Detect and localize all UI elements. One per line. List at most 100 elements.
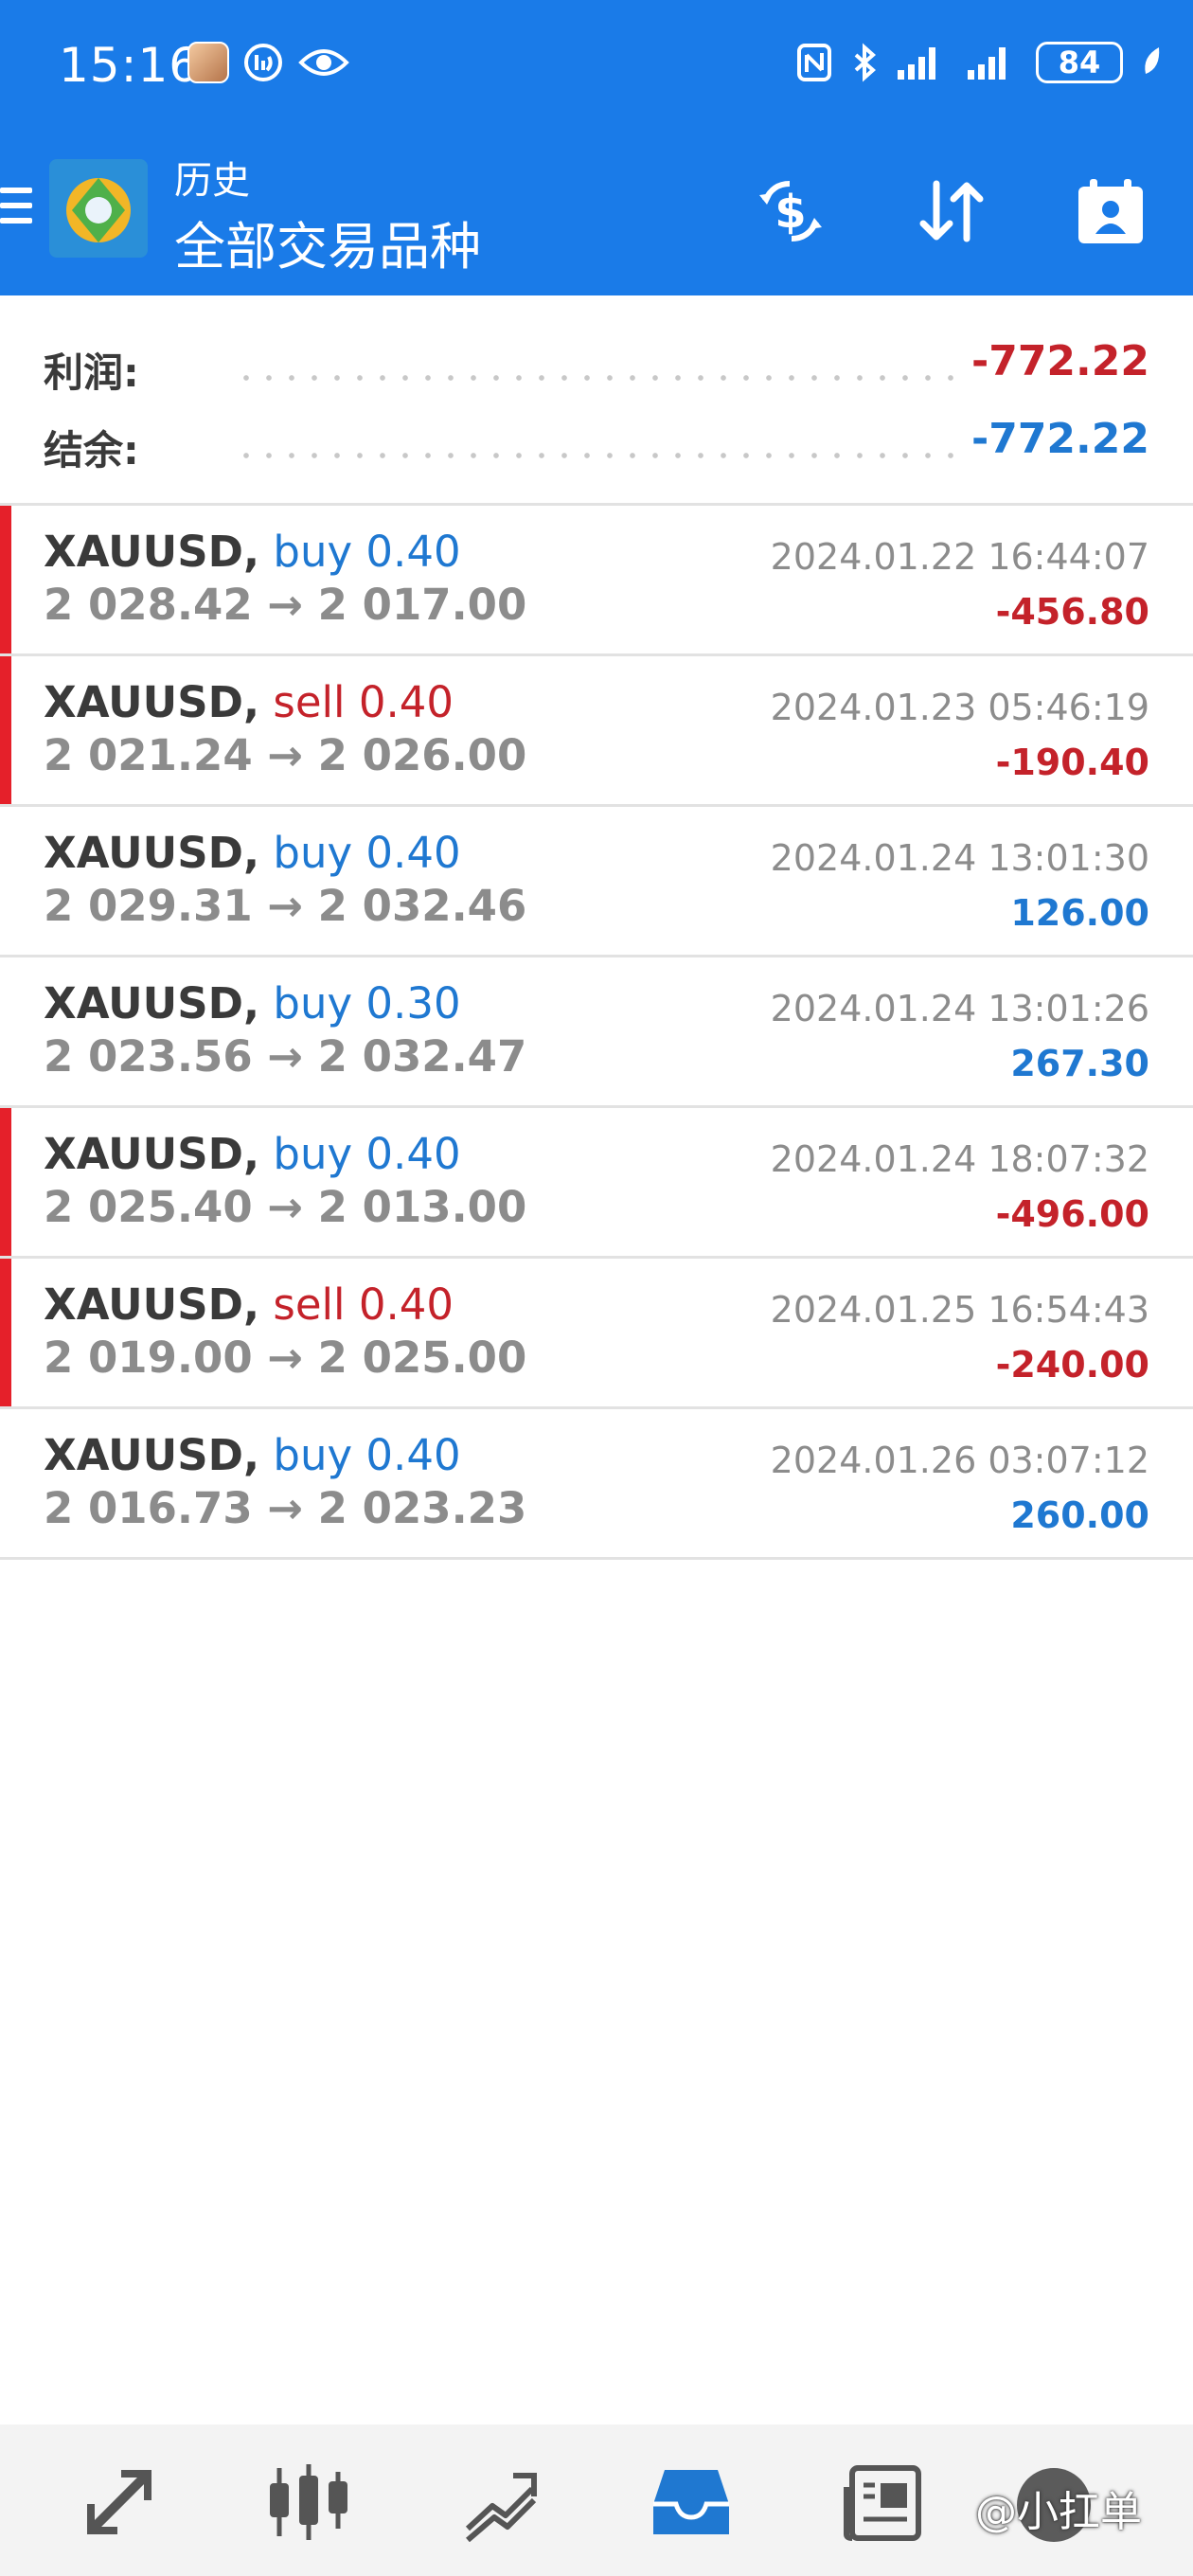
signal-icon-2 [968, 47, 1006, 80]
nav-history[interactable] [644, 2462, 739, 2542]
news-icon [844, 2465, 921, 2541]
history-icon [653, 2470, 729, 2534]
trade-row[interactable]: XAUUSD, buy 0.30 2 023.56 → 2 032.47 2024.… [0, 957, 1193, 1108]
trade-side-volume: buy 0.30 [273, 978, 461, 1029]
quotes-icon [87, 2470, 151, 2534]
status-bar: 15:16 84 [0, 0, 1193, 133]
eye-icon [298, 49, 349, 76]
trade-profit: -190.40 [995, 742, 1149, 783]
profit-row: 利润: -772.22 [0, 328, 1193, 403]
trade-side-volume: sell 0.40 [273, 1279, 454, 1330]
calendar-period-icon [1078, 179, 1143, 243]
trade-prices: 2 029.31 → 2 032.46 [44, 881, 527, 931]
sort-icon [919, 180, 984, 242]
top-bar: 15:16 84 历史 全部交易品种 $ [0, 0, 1193, 295]
trade-row[interactable]: XAUUSD, sell 0.40 2 019.00 → 2 025.00 2024… [0, 1259, 1193, 1409]
trade-header: XAUUSD, buy 0.40 [44, 828, 461, 878]
battery-indicator: 84 [1036, 42, 1123, 83]
trade-side-volume: buy 0.40 [273, 527, 461, 577]
trade-datetime: 2024.01.25 16:54:43 [770, 1289, 1149, 1331]
trade-header: XAUUSD, buy 0.40 [44, 1129, 461, 1179]
loss-indicator-bar [0, 506, 11, 653]
trade-side-volume: buy 0.40 [273, 1430, 461, 1480]
svg-text:$: $ [775, 186, 806, 239]
nav-trade[interactable] [453, 2462, 547, 2542]
nav-news[interactable] [835, 2462, 930, 2542]
trade-profit: 126.00 [1010, 892, 1149, 934]
app-subtitle: 历史 [174, 159, 250, 203]
trade-symbol: XAUUSD, [44, 978, 260, 1029]
trade-datetime: 2024.01.24 13:01:30 [770, 837, 1149, 879]
trade-header: XAUUSD, sell 0.40 [44, 1279, 454, 1330]
dollar-swap-button[interactable]: $ [748, 169, 833, 254]
loss-indicator-bar [0, 656, 11, 804]
balance-label: 结余: [44, 427, 139, 474]
chart-icon [270, 2464, 347, 2540]
trade-datetime: 2024.01.24 18:07:32 [770, 1138, 1149, 1180]
trade-icon [465, 2473, 537, 2542]
profit-dots-divider [235, 375, 956, 381]
sort-button[interactable] [909, 169, 994, 254]
watermark-text: @小扛单 [975, 2488, 1142, 2536]
trade-row[interactable]: XAUUSD, sell 0.40 2 021.24 → 2 026.00 2024… [0, 656, 1193, 807]
trade-row[interactable]: XAUUSD, buy 0.40 2 029.31 → 2 032.46 2024.… [0, 807, 1193, 957]
bottom-navigation: @小扛单 [0, 2424, 1193, 2576]
trade-row[interactable]: XAUUSD, buy 0.40 2 028.42 → 2 017.00 2024.… [0, 506, 1193, 656]
balance-dots-divider [235, 453, 956, 458]
trade-profit: 260.00 [1010, 1494, 1149, 1536]
trade-symbol: XAUUSD, [44, 677, 260, 727]
loss-indicator-bar [0, 1108, 11, 1256]
trade-row[interactable]: XAUUSD, buy 0.40 2 025.40 → 2 013.00 2024.… [0, 1108, 1193, 1259]
charging-leaf-icon [1145, 47, 1160, 74]
trade-datetime: 2024.01.26 03:07:12 [770, 1440, 1149, 1481]
trade-header: XAUUSD, sell 0.40 [44, 677, 454, 727]
trade-prices: 2 028.42 → 2 017.00 [44, 580, 527, 630]
trade-side-volume: buy 0.40 [273, 1129, 461, 1179]
trade-profit: -240.00 [995, 1344, 1149, 1386]
app-bar: 历史 全部交易品种 $ [0, 142, 1193, 284]
status-system-icons: 84 [795, 42, 1165, 83]
profit-label: 利润: [44, 349, 139, 396]
menu-icon[interactable] [0, 188, 32, 233]
status-notification-icons [187, 42, 350, 83]
trade-prices: 2 019.00 → 2 025.00 [44, 1333, 527, 1383]
nfc-icon [797, 44, 831, 81]
app-logo [49, 159, 148, 258]
trade-history-list: XAUUSD, buy 0.40 2 028.42 → 2 017.00 2024.… [0, 506, 1193, 1560]
trade-header: XAUUSD, buy 0.40 [44, 527, 461, 577]
trade-side-volume: buy 0.40 [273, 828, 461, 878]
bluetooth-icon [854, 43, 877, 82]
trade-symbol: XAUUSD, [44, 1129, 260, 1179]
nav-quotes[interactable] [72, 2462, 167, 2542]
trade-prices: 2 023.56 → 2 032.47 [44, 1031, 527, 1082]
trade-symbol: XAUUSD, [44, 1279, 260, 1330]
balance-row: 结余: -772.22 [0, 405, 1193, 481]
dollar-swap-icon: $ [759, 181, 822, 242]
signal-icon [898, 47, 935, 80]
trade-datetime: 2024.01.22 16:44:07 [770, 536, 1149, 578]
nav-chart[interactable] [261, 2462, 356, 2542]
profit-value: -772.22 [970, 337, 1149, 385]
trade-header: XAUUSD, buy 0.30 [44, 978, 461, 1029]
notification-avatar-icon [187, 42, 229, 83]
history-summary: 利润: -772.22 结余: -772.22 [0, 295, 1193, 506]
trade-prices: 2 025.40 → 2 013.00 [44, 1182, 527, 1232]
trade-side-volume: sell 0.40 [273, 677, 454, 727]
status-time: 15:16 [59, 38, 201, 93]
trade-symbol: XAUUSD, [44, 527, 260, 577]
trade-prices: 2 021.24 → 2 026.00 [44, 730, 527, 780]
notification-app-icon [244, 44, 282, 81]
trade-profit: -456.80 [995, 591, 1149, 633]
calendar-button[interactable] [1068, 169, 1153, 254]
trade-row[interactable]: XAUUSD, buy 0.40 2 016.73 → 2 023.23 2024.… [0, 1409, 1193, 1560]
trade-profit: -496.00 [995, 1193, 1149, 1235]
trade-symbol: XAUUSD, [44, 828, 260, 878]
trade-profit: 267.30 [1010, 1043, 1149, 1084]
trade-datetime: 2024.01.23 05:46:19 [770, 687, 1149, 728]
trade-datetime: 2024.01.24 13:01:26 [770, 988, 1149, 1029]
trade-header: XAUUSD, buy 0.40 [44, 1430, 461, 1480]
balance-value: -772.22 [970, 415, 1149, 463]
trade-prices: 2 016.73 → 2 023.23 [44, 1483, 527, 1533]
app-title[interactable]: 全部交易品种 [174, 205, 481, 279]
loss-indicator-bar [0, 1259, 11, 1406]
